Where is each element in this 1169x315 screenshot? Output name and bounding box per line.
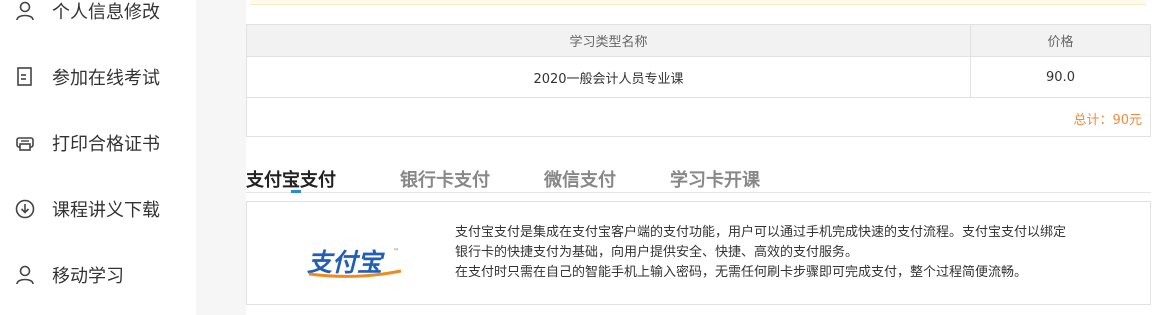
table-header: 学习类型名称 价格 [247,25,1150,57]
sidebar-item-download-notes[interactable]: 课程讲义下载 [14,194,160,224]
sidebar-item-mobile-learning[interactable]: 移动学习 [14,260,124,290]
sidebar-item-label: 个人信息修改 [52,2,160,23]
sidebar-item-label: 打印合格证书 [52,134,160,155]
sidebar-item-label: 参加在线考试 [52,68,160,89]
notice-strip [250,0,1146,5]
sidebar-item-online-exam[interactable]: 参加在线考试 [14,62,160,92]
alipay-description: 支付宝支付是集成在支付宝客户端的支付功能，用户可以通过手机完成快速的支付流程。支… [455,223,1135,283]
description-line: 银行卡的快捷支付为基础，向用户提供安全、快捷、高效的支付服务。 [455,245,859,260]
sidebar-item-print-certificate[interactable]: 打印合格证书 [14,128,160,158]
course-price-cell: 90.0 [1046,69,1075,85]
sidebar-item-label: 课程讲义下载 [52,200,160,221]
column-header-price: 价格 [1047,35,1074,50]
sidebar: 个人信息修改 参加在线考试 打印合格证书 课程讲义下载 移动学习 [0,0,196,315]
description-line: 在支付时只需在自己的智能手机上输入密码，无需任何刷卡步骤即可完成支付，整个过程简… [455,265,1028,280]
tab-study-card[interactable]: 学习卡开课 [670,166,760,192]
course-name-cell: 2020一般会计人员专业课 [247,57,971,97]
svg-text:™: ™ [393,248,399,255]
user-icon [14,264,36,286]
description-line: 支付宝支付是集成在支付宝客户端的支付功能，用户可以通过手机完成快速的支付流程。支… [455,225,1067,240]
download-icon [14,198,36,220]
order-table: 学习类型名称 价格 2020一般会计人员专业课 90.0 总计：90元 [246,24,1151,137]
alipay-logo: 支付宝 ™ [305,244,405,280]
tab-bank-card[interactable]: 银行卡支付 [400,166,490,192]
table-row: 2020一般会计人员专业课 90.0 [247,57,1150,98]
exam-doc-icon [14,66,36,88]
order-total: 总计：90元 [1073,113,1142,128]
tab-alipay[interactable]: 支付宝支付 [246,166,336,192]
sidebar-item-profile[interactable]: 个人信息修改 [14,0,160,26]
printer-icon [14,132,36,154]
user-icon [14,0,36,22]
sidebar-item-label: 移动学习 [52,266,124,287]
column-header-name: 学习类型名称 [247,25,971,56]
sidebar-gutter [196,0,246,315]
active-tab-indicator [291,190,301,193]
alipay-logo-text: 支付宝 [307,248,385,277]
tab-wechat-pay[interactable]: 微信支付 [544,166,616,192]
payment-tabs: 支付宝支付 银行卡支付 微信支付 学习卡开课 [246,164,1151,193]
alipay-panel: 支付宝 ™ 支付宝支付是集成在支付宝客户端的支付功能，用户可以通过手机完成快速的… [246,201,1151,305]
